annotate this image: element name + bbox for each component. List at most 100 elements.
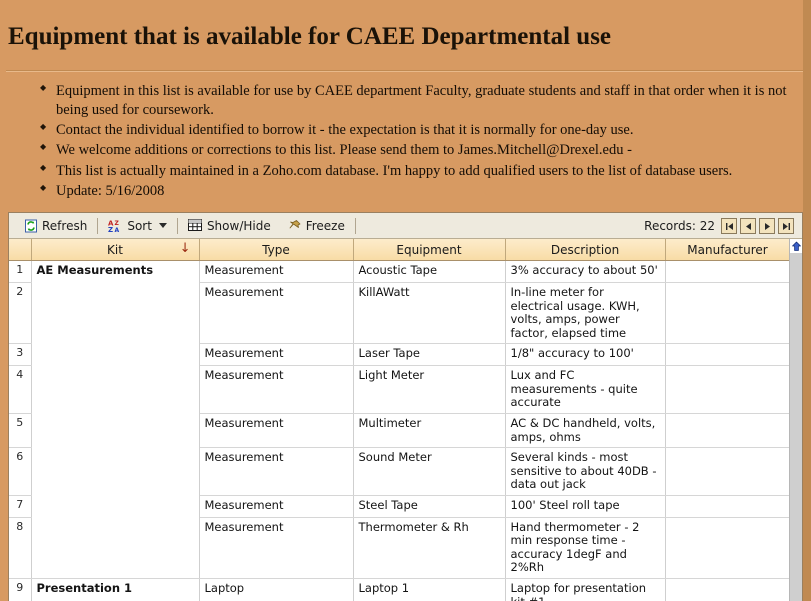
- column-header-type-label: Type: [262, 242, 290, 257]
- cell-equipment[interactable]: Steel Tape: [353, 495, 506, 518]
- page-right-edge: [803, 0, 811, 601]
- pushpin-icon: [287, 219, 302, 233]
- toolbar-separator: [176, 217, 178, 234]
- chevron-down-icon: [158, 223, 167, 228]
- row-number-cell[interactable]: 8: [9, 517, 32, 580]
- vertical-scrollbar[interactable]: [789, 239, 802, 601]
- show-hide-button[interactable]: Show/Hide: [183, 216, 276, 236]
- cell-type[interactable]: Measurement: [199, 495, 354, 518]
- cell-description[interactable]: In-line meter for electrical usage. KWH,…: [505, 282, 666, 345]
- cell-manufacturer[interactable]: [665, 260, 791, 283]
- cell-equipment[interactable]: Laser Tape: [353, 343, 506, 367]
- cell-description[interactable]: Several kinds - most sensitive to about …: [505, 447, 666, 496]
- refresh-icon: [24, 219, 38, 233]
- cell-manufacturer[interactable]: [665, 413, 791, 449]
- freeze-button[interactable]: Freeze: [282, 216, 350, 236]
- row-number-cell[interactable]: 7: [9, 495, 32, 518]
- cell-equipment[interactable]: Light Meter: [353, 365, 506, 414]
- cell-description[interactable]: Laptop for presentation kit #1: [505, 578, 666, 601]
- row-number-cell[interactable]: 5: [9, 413, 32, 449]
- column-header-description[interactable]: Description: [505, 239, 666, 261]
- cell-kit[interactable]: Presentation 1: [31, 577, 200, 601]
- first-record-button[interactable]: [721, 218, 737, 234]
- cell-description[interactable]: 100' Steel roll tape: [505, 495, 666, 518]
- cell-equipment[interactable]: Thermometer & Rh: [353, 517, 506, 580]
- refresh-button[interactable]: Refresh: [19, 216, 92, 236]
- cell-description[interactable]: 3% accuracy to about 50': [505, 260, 666, 283]
- table-header: Kit ↓ Type Equipment Description Manufac…: [9, 239, 791, 261]
- cell-type[interactable]: Measurement: [199, 447, 354, 496]
- row-number-cell[interactable]: 4: [9, 365, 32, 414]
- row-number-cell[interactable]: 6: [9, 447, 32, 496]
- header-row: Kit ↓ Type Equipment Description Manufac…: [9, 239, 791, 261]
- data-grid-widget: Refresh A Z Z A Sort Show/Hide Freeze Re…: [8, 212, 803, 601]
- cell-manufacturer[interactable]: [665, 447, 791, 496]
- column-header-description-label: Description: [550, 242, 620, 257]
- sort-az-icon: A Z Z A: [108, 219, 123, 234]
- equipment-table: Kit ↓ Type Equipment Description Manufac…: [9, 239, 791, 601]
- column-header-equipment[interactable]: Equipment: [353, 239, 506, 261]
- row-number-cell[interactable]: 9: [9, 578, 32, 601]
- refresh-label: Refresh: [42, 218, 88, 233]
- cell-equipment[interactable]: Sound Meter: [353, 447, 506, 496]
- cell-equipment[interactable]: Multimeter: [353, 413, 506, 449]
- cell-type[interactable]: Measurement: [199, 365, 354, 414]
- list-item: Contact the individual identified to bor…: [40, 121, 797, 141]
- cell-manufacturer[interactable]: [665, 365, 791, 414]
- records-count-label: Records: 22: [644, 219, 715, 233]
- list-item: This list is actually maintained in a Zo…: [40, 162, 797, 182]
- freeze-label: Freeze: [305, 218, 345, 233]
- cell-kit[interactable]: AE Measurements: [31, 260, 200, 579]
- toolbar-separator: [354, 217, 356, 234]
- svg-text:A: A: [115, 227, 120, 233]
- cell-manufacturer[interactable]: [665, 282, 791, 345]
- toolbar-separator: [97, 217, 99, 234]
- cell-type[interactable]: Measurement: [199, 413, 354, 449]
- next-record-button[interactable]: [759, 218, 775, 234]
- select-all-corner[interactable]: [9, 239, 32, 261]
- column-header-manufacturer-label: Manufacturer: [687, 242, 768, 257]
- cell-description[interactable]: AC & DC handheld, volts, amps, ohms: [505, 413, 666, 449]
- cell-equipment[interactable]: Laptop 1: [353, 578, 506, 601]
- grid-scroll-area[interactable]: Kit ↓ Type Equipment Description Manufac…: [9, 239, 802, 601]
- row-number-cell[interactable]: 1: [9, 260, 32, 283]
- sort-button[interactable]: A Z Z A Sort: [103, 216, 172, 236]
- list-item: Update: 5/16/2008: [40, 182, 797, 202]
- column-header-manufacturer[interactable]: Manufacturer: [665, 239, 791, 261]
- scroll-up-button[interactable]: [790, 239, 802, 253]
- cell-equipment[interactable]: Acoustic Tape: [353, 260, 506, 283]
- cell-description[interactable]: 1/8" accuracy to 100': [505, 343, 666, 367]
- last-record-button[interactable]: [778, 218, 794, 234]
- record-navigation: Records: 22: [644, 213, 794, 239]
- cell-description[interactable]: Lux and FC measurements - quite accurate: [505, 365, 666, 414]
- cell-manufacturer[interactable]: [665, 343, 791, 367]
- table-grid-icon: [187, 219, 203, 232]
- svg-text:Z: Z: [108, 226, 113, 233]
- page-root: Equipment that is available for CAEE Dep…: [0, 0, 811, 601]
- table-body: 1 AE Measurements Measurement Acoustic Tape…: [9, 260, 791, 601]
- cell-manufacturer[interactable]: [665, 578, 791, 601]
- cell-type[interactable]: Measurement: [199, 282, 354, 345]
- cell-manufacturer[interactable]: [665, 495, 791, 518]
- row-number-cell[interactable]: 2: [9, 282, 32, 345]
- intro-notes: Equipment in this list is available for …: [22, 82, 797, 203]
- cell-manufacturer[interactable]: [665, 517, 791, 580]
- cell-equipment[interactable]: KillAWatt: [353, 282, 506, 345]
- cell-type[interactable]: Measurement: [199, 517, 354, 580]
- svg-text:Z: Z: [115, 220, 120, 227]
- column-header-type[interactable]: Type: [199, 239, 354, 261]
- cell-description[interactable]: Hand thermometer - 2 min response time -…: [505, 517, 666, 580]
- previous-record-button[interactable]: [740, 218, 756, 234]
- cell-type[interactable]: Measurement: [199, 260, 354, 283]
- column-header-kit[interactable]: Kit ↓: [31, 239, 200, 261]
- table-row[interactable]: 9 Presentation 1 Laptop Laptop 1 Laptop for …: [9, 577, 791, 601]
- list-item: We welcome additions or corrections to t…: [40, 141, 797, 161]
- cell-type[interactable]: Laptop: [199, 578, 354, 601]
- cell-type[interactable]: Measurement: [199, 343, 354, 367]
- column-header-equipment-label: Equipment: [396, 242, 462, 257]
- row-number-cell[interactable]: 3: [9, 343, 32, 367]
- column-header-kit-label: Kit: [107, 242, 123, 257]
- intro-bullet-list: Equipment in this list is available for …: [22, 82, 797, 203]
- sort-label: Sort: [127, 218, 152, 233]
- table-row[interactable]: 1 AE Measurements Measurement Acoustic Tape…: [9, 260, 791, 579]
